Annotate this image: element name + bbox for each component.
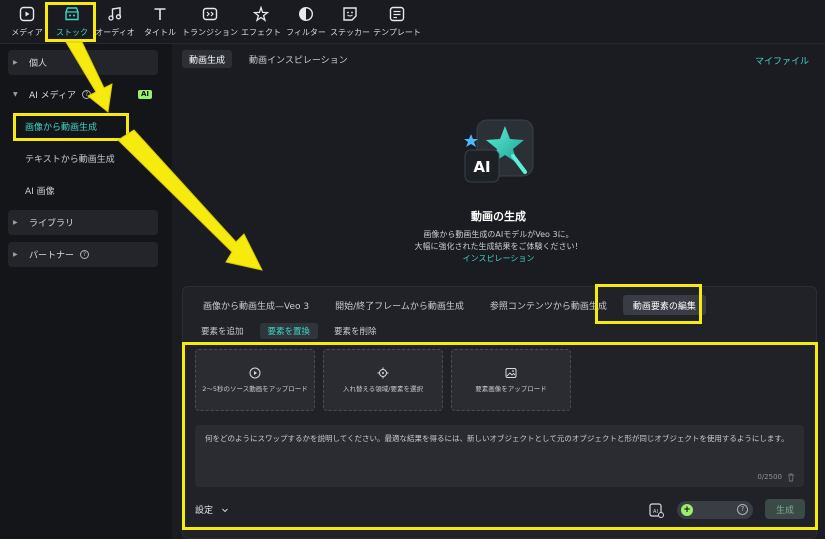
highlight-panel-box — [182, 342, 818, 530]
audio-icon — [106, 5, 124, 23]
sidebar-subitem-text-to-video[interactable]: テキストから動画生成 — [16, 146, 166, 171]
tab-image-to-video-veo3[interactable]: 画像から動画生成—Veo 3 — [193, 295, 319, 315]
effect-icon — [252, 5, 270, 23]
sidebar-subitem-label: AI 画像 — [25, 187, 55, 197]
toolbar-filter-label: フィルター — [286, 28, 326, 37]
tab-replace-element[interactable]: 要素を置換 — [259, 323, 319, 339]
element-sub-tabs: 要素を追加 要素を置換 要素を削除 — [193, 323, 393, 339]
caret-right-icon: ▶ — [13, 59, 18, 66]
sidebar-item-ai-media[interactable]: ▼ AI メディア ? AI — [8, 82, 158, 107]
hero-desc-line1: 画像から動画生成のAIモデルがVeo 3に。 — [423, 230, 574, 239]
toolbar-audio-label: オーディオ — [95, 28, 135, 37]
ai-badge: AI — [137, 90, 152, 99]
caret-right-icon: ▶ — [13, 219, 18, 226]
sidebar-item-personal[interactable]: ▶ 個人 — [8, 50, 158, 75]
help-icon[interactable]: ? — [80, 250, 90, 259]
transition-icon — [201, 5, 219, 23]
svg-text:AI: AI — [473, 158, 490, 176]
toolbar-audio[interactable]: オーディオ — [90, 3, 140, 41]
sidebar-item-label: 個人 — [29, 59, 48, 69]
sidebar-subitem-label: テキストから動画生成 — [25, 155, 115, 165]
toolbar-sticker-label: ステッカー — [330, 28, 370, 37]
tab-video-generation[interactable]: 動画生成 — [182, 50, 233, 68]
hero-desc-line2: 大幅に強化された生成結果をご体験ください！ — [414, 242, 583, 251]
highlight-image-to-video-box — [13, 113, 129, 141]
title-icon — [151, 5, 169, 23]
toolbar-effect-label: エフェクト — [241, 28, 281, 37]
tab-video-inspiration[interactable]: 動画インスピレーション — [242, 50, 355, 68]
hero-description: 画像から動画生成のAIモデルがVeo 3に。 大幅に強化された生成結果をご体験く… — [172, 229, 825, 253]
inspiration-link[interactable]: インスピレーション — [172, 253, 825, 264]
template-icon — [388, 5, 406, 23]
filter-icon — [297, 5, 315, 23]
sidebar-item-label: パートナー — [29, 251, 75, 261]
help-icon[interactable]: ? — [82, 90, 92, 99]
media-icon — [18, 5, 36, 23]
toolbar-effect[interactable]: エフェクト — [236, 3, 286, 41]
toolbar-sticker[interactable]: ステッカー — [325, 3, 375, 41]
tab-remove-element[interactable]: 要素を削除 — [326, 323, 385, 339]
sidebar-item-partner[interactable]: ▶ パートナー ? — [8, 242, 158, 267]
hero-title: 動画の生成 — [471, 210, 526, 223]
top-tabs: 動画生成 動画インスピレーション — [182, 50, 355, 68]
sidebar-item-label: ライブラリ — [29, 219, 75, 229]
sticker-icon — [341, 5, 359, 23]
toolbar-template-label: テンプレート — [373, 28, 421, 37]
ai-video-hero-icon: AI — [455, 110, 545, 200]
sidebar-item-library[interactable]: ▶ ライブラリ — [8, 210, 158, 235]
toolbar-transition-label: トランジション — [182, 28, 238, 37]
sidebar-item-label: AI メディア — [29, 91, 77, 101]
top-toolbar: メディア ストック オーディオ タイトル トランジション エフェクト フィルター… — [0, 0, 825, 44]
highlight-stock-box — [45, 2, 96, 42]
caret-right-icon: ▶ — [13, 251, 18, 258]
toolbar-transition[interactable]: トランジション — [182, 3, 238, 41]
toolbar-media-label: メディア — [11, 28, 43, 37]
tab-start-end-frame[interactable]: 開始/終了フレームから動画生成 — [325, 295, 474, 315]
sidebar-subitem-ai-image[interactable]: AI 画像 — [16, 178, 166, 203]
tab-add-element[interactable]: 要素を追加 — [193, 323, 252, 339]
my-files-link[interactable]: マイファイル — [755, 54, 809, 67]
toolbar-title-label: タイトル — [144, 28, 176, 37]
highlight-edit-elements-box — [595, 284, 702, 324]
caret-down-icon: ▼ — [13, 91, 18, 98]
toolbar-filter[interactable]: フィルター — [281, 3, 331, 41]
toolbar-title[interactable]: タイトル — [135, 3, 185, 41]
toolbar-template[interactable]: テンプレート — [372, 3, 422, 41]
